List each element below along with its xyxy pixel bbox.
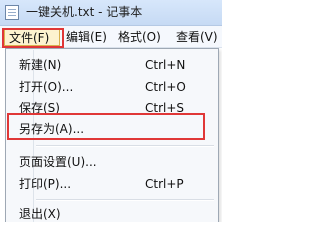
menu-item-shortcut: Ctrl+S [145,101,185,115]
menu-separator [36,199,214,201]
notepad-window: 一键关机.txt - 记事本 文件(F) 编辑(E) 格式(O) 查看(V) 新… [0,0,222,222]
menu-item-print[interactable]: 打印(P)... Ctrl+P [7,173,217,195]
menu-format[interactable]: 格式(O) [118,28,161,46]
menu-item-label: 退出(X) [19,207,61,221]
menu-item-new[interactable]: 新建(N) Ctrl+N [7,54,217,76]
file-dropdown-menu: 新建(N) Ctrl+N 打开(O)... Ctrl+O 保存(S) Ctrl+… [5,48,219,222]
menu-item-label: 新建(N) [19,58,62,72]
menu-item-save-as[interactable]: 另存为(A)... [7,118,217,140]
menu-separator [36,145,214,147]
menu-item-label: 打印(P)... [19,177,72,191]
menu-item-label: 页面设置(U)... [19,155,97,169]
menu-view[interactable]: 查看(V) [176,28,218,46]
menu-item-page-setup[interactable]: 页面设置(U)... [7,151,217,173]
menu-item-exit[interactable]: 退出(X) [7,203,217,222]
menu-bar: 文件(F) 编辑(E) 格式(O) 查看(V) [0,26,222,48]
menu-item-label: 另存为(A)... [19,122,85,136]
menu-edit[interactable]: 编辑(E) [66,28,107,46]
menu-item-shortcut: Ctrl+N [145,58,186,72]
menu-item-label: 打开(O)... [19,80,74,94]
menu-file[interactable]: 文件(F) [4,28,60,46]
menu-item-shortcut: Ctrl+P [145,177,184,191]
notepad-icon [5,5,19,20]
menu-item-save[interactable]: 保存(S) Ctrl+S [7,97,217,119]
title-bar: 一键关机.txt - 记事本 [0,0,222,26]
window-title: 一键关机.txt - 记事本 [26,5,143,19]
menu-item-open[interactable]: 打开(O)... Ctrl+O [7,76,217,98]
menu-item-label: 保存(S) [19,101,60,115]
menu-item-shortcut: Ctrl+O [145,80,186,94]
